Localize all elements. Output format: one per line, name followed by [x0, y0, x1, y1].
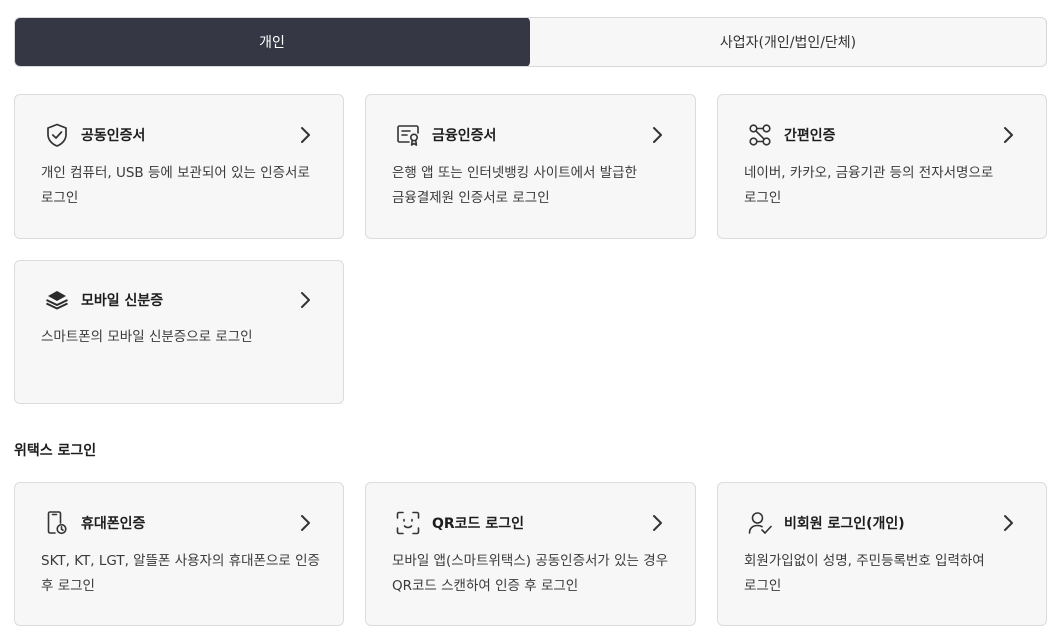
card-header: 비회원 로그인(개인) [746, 509, 1016, 537]
card-header: 금융인증서 [394, 121, 665, 149]
chevron-right-icon [1000, 514, 1016, 532]
card-guest-login[interactable]: 비회원 로그인(개인) 회원가입없이 성명, 주민등록번호 입력하여 로그인 [717, 482, 1047, 626]
simple-auth-icon [746, 121, 774, 149]
card-title: 휴대폰인증 [81, 516, 146, 532]
card-title: QR코드 로그인 [432, 516, 524, 532]
card-qr-login[interactable]: QR코드 로그인 모바일 앱(스마트위택스) 공동인증서가 있는 경우 QR코드… [365, 482, 696, 626]
chevron-right-icon [297, 514, 313, 532]
chevron-right-icon [297, 126, 313, 144]
card-description: 개인 컴퓨터, USB 등에 보관되어 있는 인증서로 로그인 [41, 165, 310, 206]
card-title: 금융인증서 [432, 128, 497, 144]
card-phone-auth[interactable]: 휴대폰인증 SKT, KT, LGT, 알뜰폰 사용자의 휴대폰으로 인증 후 … [14, 482, 344, 626]
certificate-icon [394, 121, 422, 149]
card-title: 간편인증 [784, 128, 836, 144]
card-header: 모바일 신분증 [43, 286, 313, 314]
section-title: 위택스 로그인 [14, 443, 97, 459]
card-simple-auth[interactable]: 간편인증 네이버, 카카오, 금융기관 등의 전자서명으로 로그인 [717, 94, 1047, 239]
tab-business[interactable]: 사업자(개인/법인/단체) [530, 18, 1046, 66]
login-type-tabs: 개인 사업자(개인/법인/단체) [14, 17, 1047, 67]
card-header: 휴대폰인증 [43, 509, 313, 537]
card-header: 간편인증 [746, 121, 1016, 149]
card-financial-certificate[interactable]: 금융인증서 은행 앱 또는 인터넷뱅킹 사이트에서 발급한 금융결제원 인증서로… [365, 94, 696, 239]
card-title: 모바일 신분증 [81, 293, 164, 309]
card-header: 공동인증서 [43, 121, 313, 149]
card-description: 은행 앱 또는 인터넷뱅킹 사이트에서 발급한 금융결제원 인증서로 로그인 [392, 165, 638, 206]
chevron-right-icon [649, 126, 665, 144]
card-description: 스마트폰의 모바일 신분증으로 로그인 [41, 329, 253, 345]
card-joint-certificate[interactable]: 공동인증서 개인 컴퓨터, USB 등에 보관되어 있는 인증서로 로그인 [14, 94, 344, 239]
tab-personal[interactable]: 개인 [15, 18, 530, 66]
chevron-right-icon [1000, 126, 1016, 144]
card-description: 회원가입없이 성명, 주민등록번호 입력하여 로그인 [744, 553, 985, 594]
qr-scan-icon [394, 509, 422, 537]
shield-check-icon [43, 121, 71, 149]
card-header: QR코드 로그인 [394, 509, 665, 537]
card-description: 모바일 앱(스마트위택스) 공동인증서가 있는 경우 QR코드 스캔하여 인증 … [392, 553, 669, 594]
card-description: SKT, KT, LGT, 알뜰폰 사용자의 휴대폰으로 인증 후 로그인 [41, 553, 320, 594]
card-title: 공동인증서 [81, 128, 146, 144]
card-mobile-id[interactable]: 모바일 신분증 스마트폰의 모바일 신분증으로 로그인 [14, 260, 344, 404]
card-title: 비회원 로그인(개인) [784, 516, 905, 532]
chevron-right-icon [649, 514, 665, 532]
mobile-phone-icon [43, 509, 71, 537]
layers-icon [43, 286, 71, 314]
user-check-icon [746, 509, 774, 537]
card-description: 네이버, 카카오, 금융기관 등의 전자서명으로 로그인 [744, 165, 994, 206]
chevron-right-icon [297, 291, 313, 309]
